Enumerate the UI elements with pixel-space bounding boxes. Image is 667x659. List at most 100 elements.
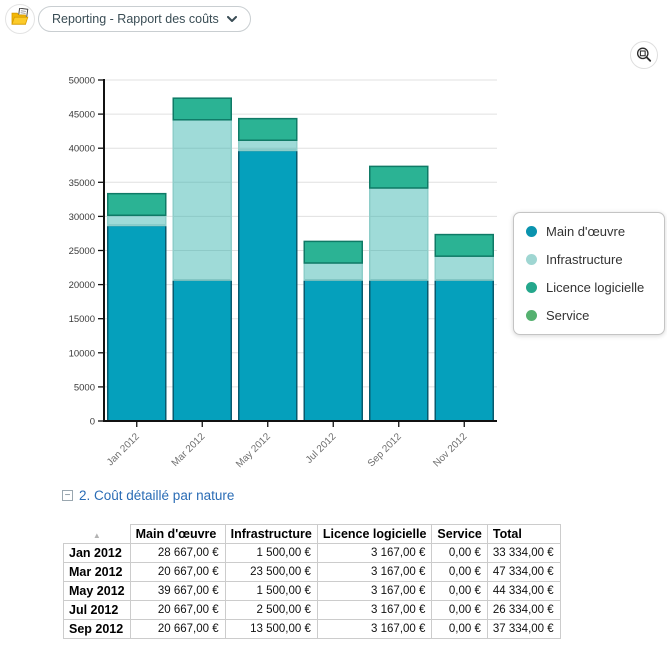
bar-segment[interactable]	[435, 235, 493, 257]
y-axis-tick-label: 5000	[74, 382, 95, 393]
bar-segment[interactable]	[370, 188, 428, 280]
bar-segment[interactable]	[435, 280, 493, 421]
bar-segment[interactable]	[304, 280, 362, 421]
bar-segment[interactable]	[239, 150, 297, 421]
row-label: May 2012	[64, 582, 131, 601]
y-axis-tick-label: 40000	[69, 144, 95, 155]
legend-label: Infrastructure	[546, 252, 623, 267]
row-label: Mar 2012	[64, 563, 131, 582]
row-label: Sep 2012	[64, 620, 131, 639]
legend-swatch-icon	[526, 226, 537, 237]
table-body: Jan 201228 667,00 €1 500,00 €3 167,00 €0…	[64, 544, 561, 639]
legend-label: Main d'œuvre	[546, 224, 625, 239]
sort-header-cell[interactable]: ▲	[64, 525, 131, 544]
x-axis-tick-label: May 2012	[234, 431, 273, 470]
bar-segment[interactable]	[239, 119, 297, 141]
chart-zoom-button[interactable]	[630, 41, 658, 69]
table-cell: 3 167,00 €	[317, 620, 432, 639]
section-title: 2. Coût détaillé par nature	[79, 488, 234, 503]
bar-segment[interactable]	[108, 215, 166, 225]
legend-swatch-icon	[526, 310, 537, 321]
table-row: Sep 201220 667,00 €13 500,00 €3 167,00 €…	[64, 620, 561, 639]
y-axis-tick-label: 10000	[69, 348, 95, 359]
table-cell: 20 667,00 €	[130, 563, 225, 582]
legend-item[interactable]: Infrastructure	[526, 252, 652, 267]
table-cell: 39 667,00 €	[130, 582, 225, 601]
table-cell: 44 334,00 €	[487, 582, 560, 601]
column-header[interactable]: Service	[432, 525, 487, 544]
legend-item[interactable]: Service	[526, 308, 652, 323]
y-axis-tick-label: 30000	[69, 212, 95, 223]
column-header[interactable]: Total	[487, 525, 560, 544]
table-cell: 37 334,00 €	[487, 620, 560, 639]
bar-segment[interactable]	[108, 194, 166, 216]
table-cell: 20 667,00 €	[130, 601, 225, 620]
y-axis-tick-label: 0	[90, 417, 95, 428]
table-cell: 0,00 €	[432, 601, 487, 620]
table-row: May 201239 667,00 €1 500,00 €3 167,00 €0…	[64, 582, 561, 601]
table-row: Jan 201228 667,00 €1 500,00 €3 167,00 €0…	[64, 544, 561, 563]
y-axis-tick-label: 35000	[69, 178, 95, 189]
y-axis-tick-label: 25000	[69, 246, 95, 257]
bar-segment[interactable]	[173, 280, 231, 421]
chart-legend: Main d'œuvre Infrastructure Licence logici…	[513, 212, 665, 335]
x-axis-tick-label: Sep 2012	[366, 431, 404, 469]
bar-segment[interactable]	[173, 98, 231, 120]
section-toggle[interactable]: − 2. Coût détaillé par nature	[62, 488, 234, 503]
table-cell: 3 167,00 €	[317, 582, 432, 601]
table-cell: 2 500,00 €	[225, 601, 317, 620]
stacked-bar-chart: 0 5000 10000 15000 20000 25000 30000 35000 40000…	[0, 0, 560, 475]
table-cell: 0,00 €	[432, 563, 487, 582]
y-axis-tick-label: 15000	[69, 314, 95, 325]
table-head: ▲ Main d'œuvreInfrastructureLicence logic…	[64, 525, 561, 544]
bar-segment[interactable]	[239, 140, 297, 150]
y-axis-tick-label: 50000	[69, 76, 95, 87]
x-axis-tick-label: Nov 2012	[431, 431, 469, 469]
bar-segment[interactable]	[370, 166, 428, 188]
legend-item[interactable]: Licence logicielle	[526, 280, 652, 295]
legend-label: Service	[546, 308, 589, 323]
legend-label: Licence logicielle	[546, 280, 644, 295]
report-page: Reporting - Rapport des coûts 0500010000…	[0, 0, 667, 659]
table-cell: 1 500,00 €	[225, 544, 317, 563]
collapse-section-icon[interactable]: −	[62, 490, 73, 501]
table-cell: 3 167,00 €	[317, 563, 432, 582]
y-axis-tick-label: 20000	[69, 280, 95, 291]
row-label: Jan 2012	[64, 544, 131, 563]
table-cell: 13 500,00 €	[225, 620, 317, 639]
table-cell: 47 334,00 €	[487, 563, 560, 582]
column-header[interactable]: Main d'œuvre	[130, 525, 225, 544]
x-axis-tick-label: Jan 2012	[105, 431, 142, 468]
bar-segment[interactable]	[108, 225, 166, 421]
table-cell: 23 500,00 €	[225, 563, 317, 582]
column-header[interactable]: Infrastructure	[225, 525, 317, 544]
cost-detail-table: ▲ Main d'œuvreInfrastructureLicence logic…	[63, 524, 561, 639]
x-axis-tick-label: Jul 2012	[304, 431, 339, 466]
table-cell: 26 334,00 €	[487, 601, 560, 620]
table-cell: 3 167,00 €	[317, 544, 432, 563]
row-label: Jul 2012	[64, 601, 131, 620]
table-cell: 0,00 €	[432, 620, 487, 639]
table-cell: 28 667,00 €	[130, 544, 225, 563]
bar-segment[interactable]	[370, 280, 428, 421]
table-cell: 0,00 €	[432, 582, 487, 601]
sort-asc-icon: ▲	[93, 531, 101, 540]
magnifier-zoom-icon	[635, 46, 653, 64]
table-cell: 33 334,00 €	[487, 544, 560, 563]
table-cell: 3 167,00 €	[317, 601, 432, 620]
table-cell: 0,00 €	[432, 544, 487, 563]
legend-swatch-icon	[526, 254, 537, 265]
legend-item[interactable]: Main d'œuvre	[526, 224, 652, 239]
legend-swatch-icon	[526, 282, 537, 293]
x-axis-tick-label: Mar 2012	[170, 431, 208, 469]
bar-segment[interactable]	[304, 263, 362, 280]
table-cell: 20 667,00 €	[130, 620, 225, 639]
table-header-row: ▲ Main d'œuvreInfrastructureLicence logic…	[64, 525, 561, 544]
bar-segment[interactable]	[304, 241, 362, 263]
bar-segment[interactable]	[435, 256, 493, 280]
y-axis-tick-label: 45000	[69, 110, 95, 121]
table-row: Jul 201220 667,00 €2 500,00 €3 167,00 €0…	[64, 601, 561, 620]
column-header[interactable]: Licence logicielle	[317, 525, 432, 544]
bar-segment[interactable]	[173, 120, 231, 280]
table-row: Mar 201220 667,00 €23 500,00 €3 167,00 €…	[64, 563, 561, 582]
